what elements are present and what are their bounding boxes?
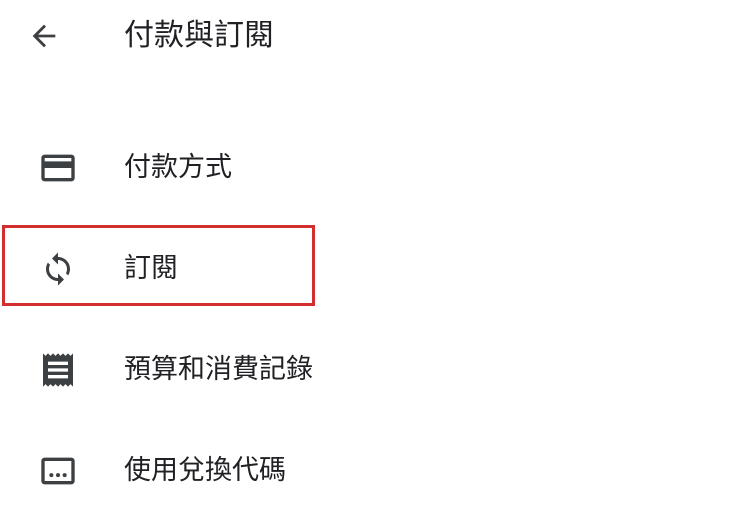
page-title: 付款與訂閱 bbox=[124, 18, 274, 53]
menu-item-label: 使用兌換代碼 bbox=[124, 455, 286, 486]
redeem-code-icon bbox=[36, 451, 80, 491]
arrow-back-icon bbox=[32, 24, 56, 48]
app-bar: 付款與訂閱 bbox=[0, 0, 740, 72]
menu-item-label: 預算和消費記錄 bbox=[124, 354, 313, 385]
menu-item-subscriptions[interactable]: 訂閱 bbox=[0, 231, 740, 307]
menu-item-label: 付款方式 bbox=[124, 152, 232, 183]
payments-subscriptions-screen: 付款與訂閱 付款方式 訂閱 預算和消費記錄 使用兌換代碼 bbox=[0, 0, 740, 512]
menu-item-redeem-code[interactable]: 使用兌換代碼 bbox=[0, 433, 740, 509]
receipt-icon bbox=[36, 350, 80, 390]
back-button[interactable] bbox=[20, 14, 68, 58]
credit-card-icon bbox=[36, 148, 80, 188]
menu-item-budget-history[interactable]: 預算和消費記錄 bbox=[0, 332, 740, 408]
menu-item-label: 訂閱 bbox=[124, 253, 178, 284]
sync-icon bbox=[36, 249, 80, 289]
menu-item-payment-methods[interactable]: 付款方式 bbox=[0, 130, 740, 206]
